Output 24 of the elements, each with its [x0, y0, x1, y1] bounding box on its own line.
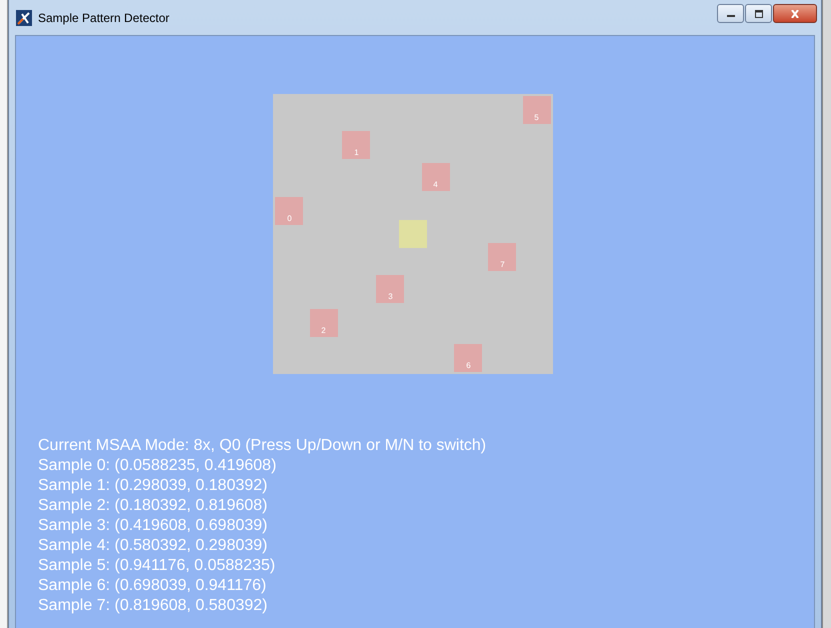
app-icon — [16, 10, 32, 26]
sample-marker: 4 — [422, 163, 450, 192]
close-icon — [790, 10, 800, 18]
sample-marker: 7 — [488, 242, 516, 270]
mode-text: Current MSAA Mode: 8x, Q0 (Press Up/Down or M/N to switch) — [38, 436, 488, 456]
sample-text: Sample 2: (0.180392, 0.819608) — [38, 496, 268, 516]
sample-marker: 5 — [522, 96, 551, 124]
sample-text: Sample 0: (0.0588235, 0.419608) — [38, 456, 278, 476]
sample-text: Sample 4: (0.580392, 0.298039) — [38, 536, 268, 556]
sample-text: Sample 1: (0.298039, 0.180392) — [38, 476, 268, 496]
sample-marker: 1 — [342, 130, 370, 158]
sample-marker: 6 — [454, 344, 482, 372]
sample-text: Sample 6: (0.698039, 0.941176) — [38, 576, 268, 596]
sample-text: Sample 5: (0.941176, 0.0588235) — [38, 556, 276, 576]
sample-text: Sample 7: (0.819608, 0.580392) — [38, 596, 268, 616]
sample-marker: 3 — [376, 275, 404, 304]
sample-text: Sample 3: (0.419608, 0.698039) — [38, 516, 268, 536]
close-button[interactable] — [773, 4, 817, 23]
maximize-icon — [754, 10, 764, 18]
window-title: Sample Pattern Detector — [38, 11, 170, 25]
minimize-button[interactable] — [717, 4, 744, 23]
sample-marker: 2 — [310, 309, 338, 338]
maximize-button[interactable] — [745, 4, 772, 23]
sample-marker: 0 — [275, 197, 304, 226]
